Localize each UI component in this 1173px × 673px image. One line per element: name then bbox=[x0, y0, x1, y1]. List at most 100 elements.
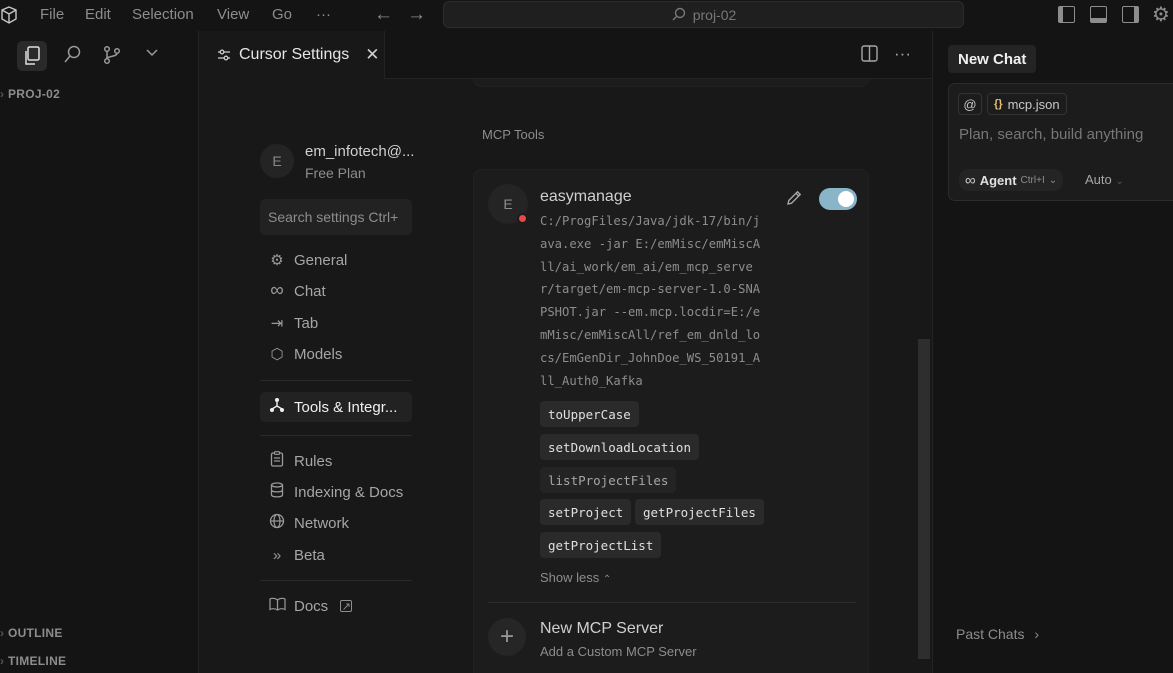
toggle-panel-icon[interactable] bbox=[1090, 6, 1107, 23]
nav-label: Chat bbox=[294, 282, 326, 300]
agent-mode-shortcut: Ctrl+I bbox=[1020, 174, 1045, 186]
close-icon[interactable]: ✕ bbox=[365, 45, 379, 65]
nav-models[interactable]: ⬡ Models bbox=[260, 339, 412, 369]
split-editor-icon[interactable] bbox=[861, 45, 878, 67]
nav-label: Tab bbox=[294, 314, 319, 332]
past-chats-label: Past Chats bbox=[956, 626, 1025, 642]
nav-label: Models bbox=[294, 345, 343, 363]
nav-label: General bbox=[294, 251, 348, 269]
show-less-label: Show less bbox=[540, 570, 600, 585]
tab-cursor-settings[interactable]: Cursor Settings ✕ bbox=[199, 31, 385, 79]
context-file-name: mcp.json bbox=[1007, 96, 1060, 112]
server-status-dot bbox=[517, 213, 528, 224]
chat-composer: @ {} mcp.json Plan, search, build anythi… bbox=[948, 83, 1173, 201]
menu-more[interactable]: ··· bbox=[316, 6, 331, 23]
add-context-button[interactable]: @ bbox=[958, 93, 982, 115]
gear-icon: ⚙ bbox=[270, 252, 284, 269]
tool-chip: getProjectList bbox=[540, 532, 662, 558]
chevron-right-icon: › bbox=[1034, 626, 1040, 642]
integrations-icon bbox=[268, 397, 286, 417]
editor-area: Cursor Settings ✕ ··· E em_infotech@... … bbox=[199, 31, 932, 673]
pencil-icon[interactable] bbox=[785, 189, 803, 212]
tab-arrow-icon: ⇥ bbox=[270, 315, 284, 332]
tool-chip: setDownloadLocation bbox=[540, 434, 699, 460]
nav-divider bbox=[260, 580, 412, 581]
clipboard-icon bbox=[268, 451, 286, 471]
more-actions-icon[interactable]: ··· bbox=[894, 44, 911, 64]
menu-go[interactable]: Go bbox=[272, 6, 292, 23]
chat-input[interactable]: Plan, search, build anything bbox=[959, 126, 1143, 143]
external-link-icon: ↗ bbox=[340, 600, 353, 613]
globe-icon bbox=[268, 513, 286, 533]
nav-chat[interactable]: ∞ Chat bbox=[260, 276, 412, 306]
project-folder[interactable]: › PROJ-02 bbox=[0, 87, 60, 101]
model-label: Auto bbox=[1085, 172, 1112, 187]
server-command: C:/ProgFiles/Java/jdk-17/bin/java.exe -j… bbox=[540, 214, 761, 388]
past-chats-link[interactable]: Past Chats › bbox=[956, 626, 1039, 642]
nav-label: Network bbox=[294, 514, 350, 532]
menu-edit[interactable]: Edit bbox=[85, 6, 111, 23]
chevron-down-icon[interactable] bbox=[145, 43, 159, 64]
nav-indexing-docs[interactable]: Indexing & Docs bbox=[260, 477, 412, 507]
mcp-tools-heading: MCP Tools bbox=[482, 127, 545, 142]
menu-file[interactable]: File bbox=[40, 6, 64, 23]
model-selector[interactable]: Auto ⌄ bbox=[1085, 172, 1124, 187]
menu-selection[interactable]: Selection bbox=[132, 6, 194, 23]
outline-section[interactable]: › OUTLINE bbox=[0, 626, 63, 640]
gear-icon[interactable]: ⚙ bbox=[1152, 2, 1170, 27]
nav-label: Beta bbox=[294, 546, 325, 564]
server-enabled-toggle[interactable] bbox=[819, 188, 857, 210]
infinity-icon: ∞ bbox=[965, 171, 976, 189]
source-control-icon[interactable] bbox=[103, 45, 121, 70]
forward-arrow-icon[interactable]: → bbox=[407, 4, 426, 26]
settings-search-input[interactable]: Search settings Ctrl+ bbox=[260, 199, 412, 235]
book-icon bbox=[268, 597, 286, 615]
plus-icon[interactable]: + bbox=[488, 618, 526, 656]
nav-beta[interactable]: » Beta bbox=[260, 540, 412, 570]
timeline-section[interactable]: › TIMELINE bbox=[0, 654, 66, 668]
outline-label: OUTLINE bbox=[7, 626, 63, 640]
back-arrow-icon[interactable]: ← bbox=[374, 4, 393, 26]
project-name: PROJ-02 bbox=[7, 87, 61, 101]
tab-new-chat[interactable]: New Chat bbox=[948, 45, 1037, 73]
explorer-sidebar: › PROJ-02 › OUTLINE › TIMELINE bbox=[0, 31, 199, 673]
toggle-secondary-sidebar-icon[interactable] bbox=[1122, 6, 1139, 23]
context-file-pill[interactable]: {} mcp.json bbox=[987, 93, 1067, 115]
new-mcp-server-button[interactable]: New MCP Server bbox=[540, 620, 663, 638]
tool-chip: listProjectFiles bbox=[540, 467, 677, 493]
avatar: E bbox=[260, 144, 294, 178]
cube-icon: ⬡ bbox=[270, 346, 284, 363]
toggle-knob bbox=[838, 191, 854, 207]
agent-mode-selector[interactable]: ∞ Agent Ctrl+I ⌄ bbox=[959, 169, 1064, 191]
account-email: em_infotech@... bbox=[305, 143, 415, 160]
show-less-button[interactable]: Show less ⌃ bbox=[540, 570, 611, 585]
mcp-tools-card: E easymanage C:/ProgFiles/Java/jdk-17/bi… bbox=[473, 169, 869, 673]
chevrons-right-icon: » bbox=[272, 546, 282, 564]
previous-card-edge bbox=[473, 79, 869, 87]
menu-view[interactable]: View bbox=[217, 6, 249, 23]
chevron-down-icon: ⌄ bbox=[1115, 176, 1124, 187]
nav-rules[interactable]: Rules bbox=[260, 446, 412, 476]
account-plan: Free Plan bbox=[305, 165, 366, 181]
sliders-icon bbox=[218, 49, 230, 61]
toggle-primary-sidebar-icon[interactable] bbox=[1058, 6, 1075, 23]
new-mcp-server-subtitle: Add a Custom MCP Server bbox=[540, 644, 697, 659]
nav-label: Rules bbox=[294, 452, 333, 470]
nav-label: Docs bbox=[294, 597, 329, 615]
agent-mode-label: Agent bbox=[979, 172, 1017, 188]
chevron-down-icon: ⌄ bbox=[1048, 174, 1058, 186]
explorer-files-icon[interactable] bbox=[17, 41, 47, 71]
tool-chip: getProjectFiles bbox=[635, 499, 764, 525]
settings-scrollbar[interactable] bbox=[918, 339, 930, 659]
nav-network[interactable]: Network bbox=[260, 508, 412, 538]
nav-label: Tools & Integr... bbox=[294, 398, 398, 416]
nav-docs[interactable]: Docs ↗ bbox=[260, 591, 412, 621]
nav-tools-integrations[interactable]: Tools & Integr... bbox=[260, 392, 412, 422]
chat-pane: New Chat @ {} mcp.json Plan, search, bui… bbox=[932, 31, 1173, 673]
search-icon[interactable] bbox=[63, 45, 82, 69]
json-file-icon: {} bbox=[994, 98, 1003, 110]
command-center-search[interactable]: proj-02 bbox=[443, 1, 964, 28]
nav-tab[interactable]: ⇥ Tab bbox=[260, 308, 412, 338]
infinity-icon: ∞ bbox=[270, 280, 284, 301]
nav-general[interactable]: ⚙ General bbox=[260, 245, 412, 275]
